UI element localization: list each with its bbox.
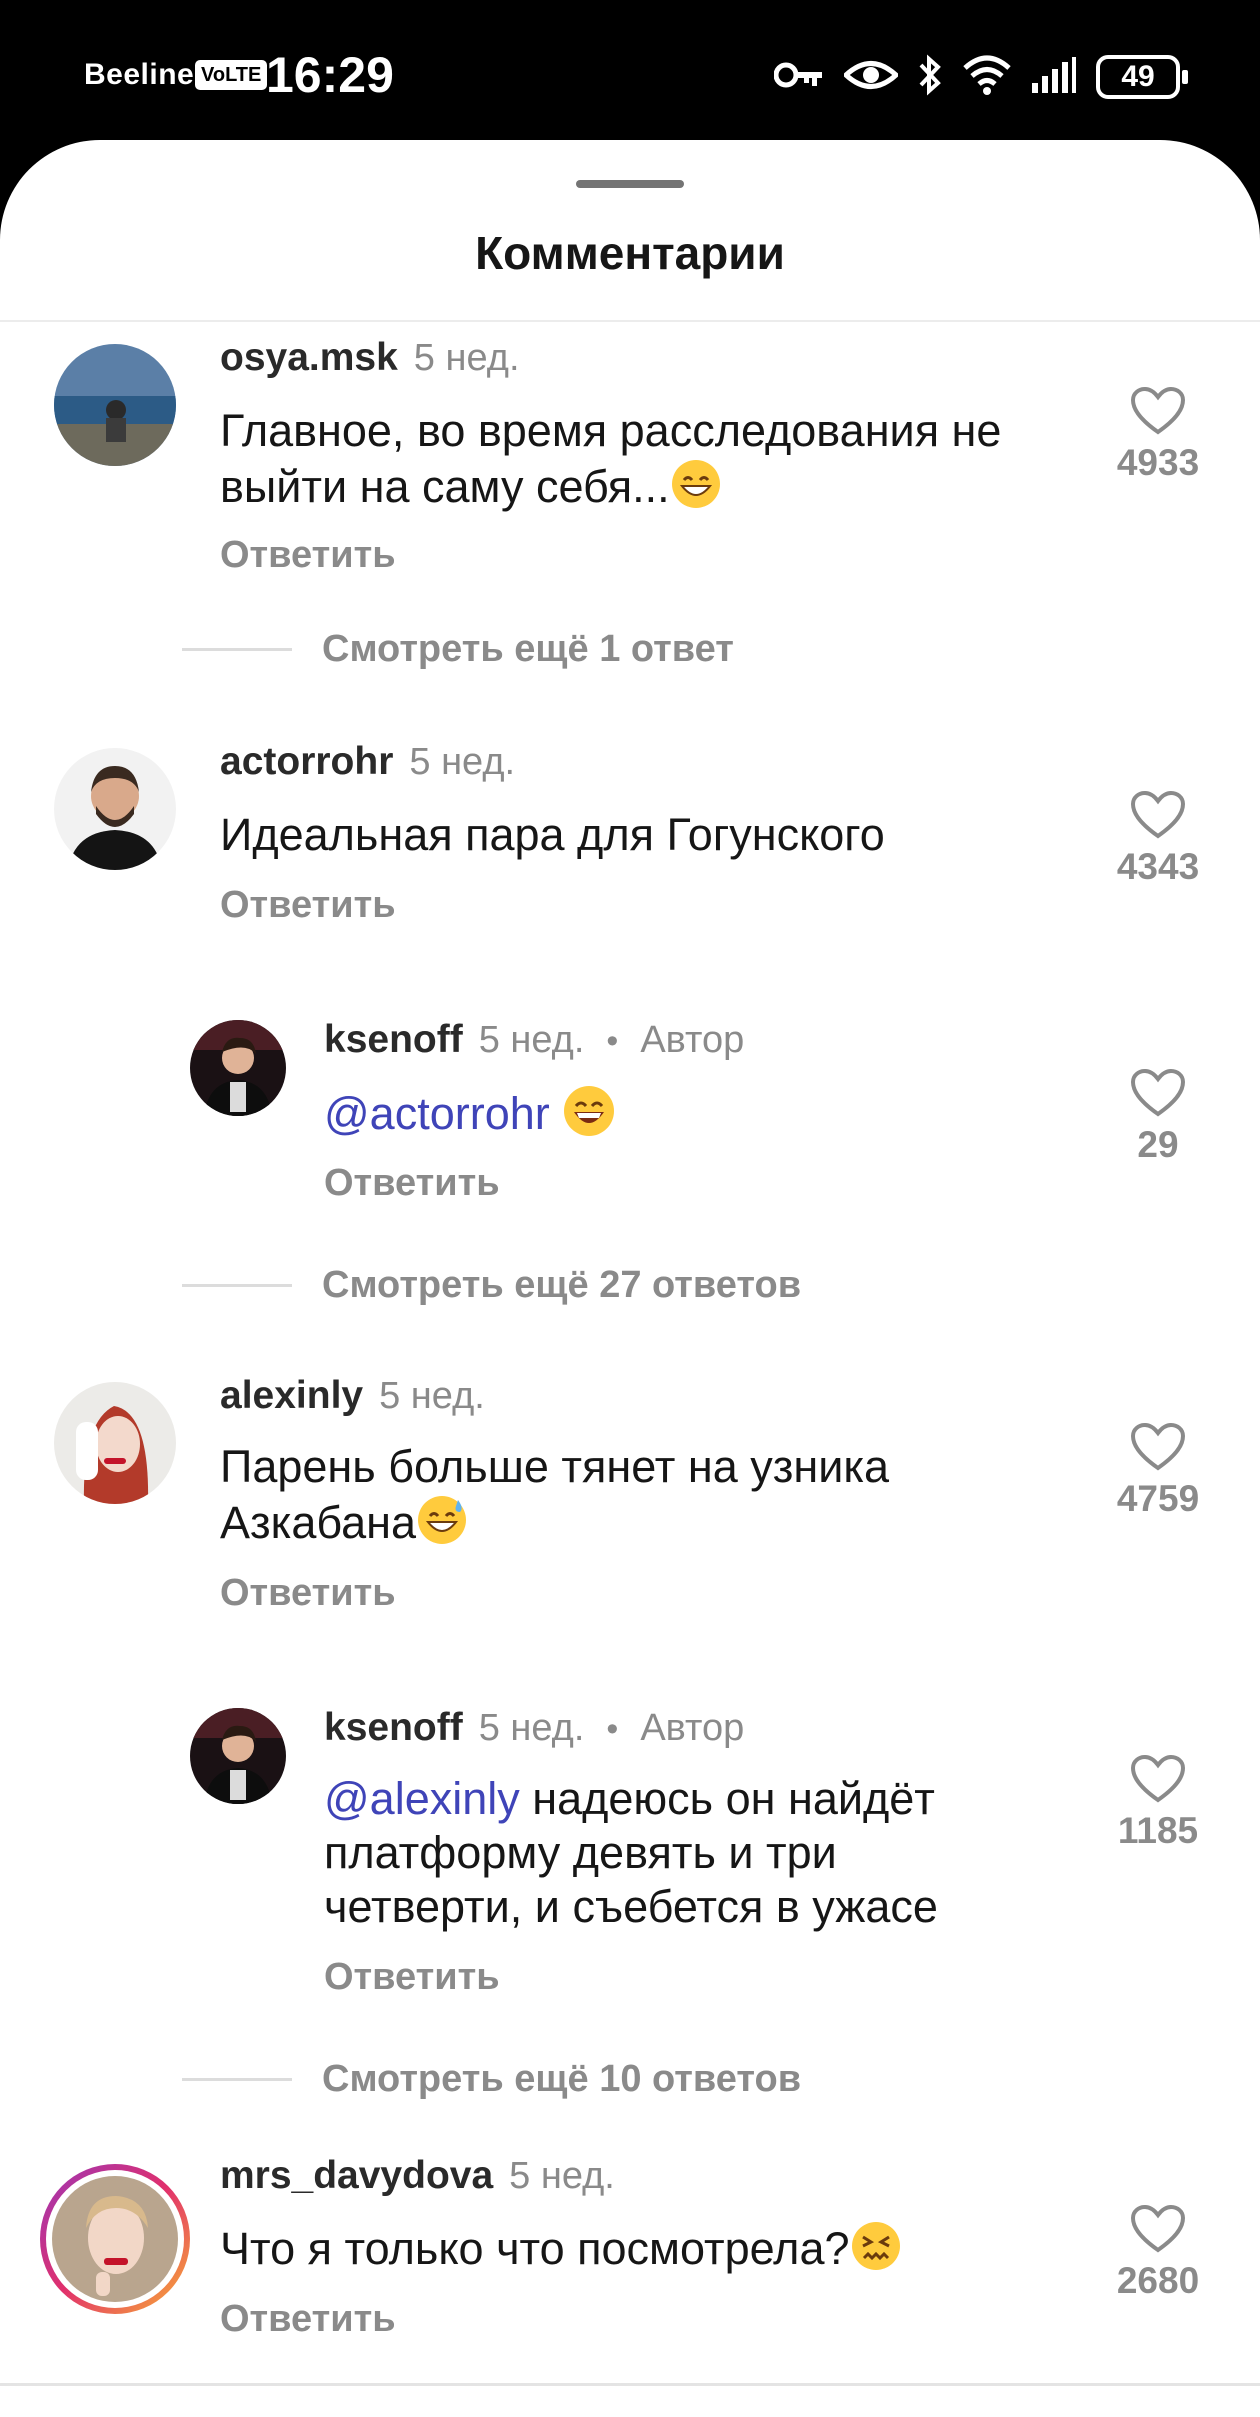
heart-icon <box>1130 2204 1186 2253</box>
comment-text: Что я только что посмотрела? <box>220 2220 902 2284</box>
comment-text: @alexinly надеюсь он найдёт платформу де… <box>324 1772 938 1934</box>
reply-button[interactable]: Ответить <box>220 1572 396 1615</box>
like-button[interactable]: 4933 <box>1100 386 1216 484</box>
comment-text: Главное, во время расследования не выйти… <box>220 404 1001 522</box>
like-button[interactable]: 4343 <box>1100 790 1216 888</box>
eye-icon <box>842 58 900 97</box>
author-badge: Автор <box>640 1019 745 1061</box>
reply-button[interactable]: Ответить <box>220 2298 396 2341</box>
comment-time: 5 нед. <box>409 741 516 783</box>
confounded-emoji-icon <box>850 2220 902 2284</box>
grin-emoji-icon <box>670 458 722 522</box>
bluetooth-icon <box>918 54 942 101</box>
like-count: 4759 <box>1116 1478 1200 1519</box>
comment-time: 5 нед. <box>379 1375 485 1417</box>
avatar-ring-gap <box>46 2170 184 2308</box>
comment-text: Парень больше тянет на узника Азкабана <box>220 1440 889 1558</box>
wifi-icon <box>962 54 1012 101</box>
view-more-replies[interactable]: Смотреть ещё 27 ответов <box>182 1264 801 1307</box>
header-divider <box>0 320 1260 322</box>
username[interactable]: ksenoff <box>324 1018 463 1062</box>
reply-button[interactable]: Ответить <box>324 1162 500 1205</box>
comment-body: Главное, во время расследования не выйти… <box>220 405 1002 512</box>
key-icon <box>773 60 824 95</box>
comment-time: 5 нед. <box>413 337 520 379</box>
drag-handle[interactable] <box>576 180 684 188</box>
username[interactable]: ksenoff <box>324 1706 463 1750</box>
heart-icon <box>1130 1422 1186 1471</box>
heart-icon <box>1130 1068 1186 1117</box>
like-count: 1185 <box>1117 1810 1199 1851</box>
status-icons: 49 <box>773 50 1188 104</box>
like-count: 29 <box>1137 1124 1179 1165</box>
reply-button[interactable]: Ответить <box>220 534 396 577</box>
view-more-replies[interactable]: Смотреть ещё 1 ответ <box>182 628 734 671</box>
separator-dot: • <box>606 1710 619 1748</box>
avatar[interactable] <box>54 748 176 870</box>
heart-icon <box>1130 1754 1186 1803</box>
separator-dot: • <box>606 1022 619 1060</box>
comment-text: Идеальная пара для Гогунского <box>220 809 885 860</box>
signal-icon <box>1032 56 1076 98</box>
status-bar: Beeline VoLTE 16:29 49 <box>0 0 1260 140</box>
comments-sheet: Комментарии osya.msk 5 нед. Главное, во … <box>0 140 1260 2417</box>
comment-body: Парень больше тянет на узника Азкабана <box>220 1441 890 1548</box>
mention-link[interactable]: @alexinly <box>324 1773 520 1824</box>
comment-time: 5 нед. <box>478 1019 585 1061</box>
thread-line <box>182 648 292 651</box>
sheet-title: Комментарии <box>475 227 785 279</box>
avatar[interactable] <box>54 1382 176 1504</box>
battery-level: 49 <box>1121 60 1155 93</box>
view-more-replies[interactable]: Смотреть ещё 10 ответов <box>182 2058 801 2101</box>
bottom-divider <box>0 2383 1260 2386</box>
volte-badge: VoLTE <box>195 60 268 90</box>
mention-link[interactable]: @actorrohr <box>324 1088 550 1139</box>
username[interactable]: osya.msk <box>220 336 398 380</box>
author-badge: Автор <box>640 1707 745 1749</box>
comment-text: @actorrohr <box>324 1084 616 1150</box>
view-more-label: Смотреть ещё 1 ответ <box>322 628 734 670</box>
like-button[interactable]: 29 <box>1100 1068 1216 1166</box>
like-button[interactable]: 1185 <box>1100 1754 1216 1852</box>
comment-time: 5 нед. <box>509 2155 615 2197</box>
username[interactable]: actorrohr <box>220 740 393 784</box>
status-time: 16:29 <box>266 47 394 103</box>
reply-button[interactable]: Ответить <box>324 1956 500 1999</box>
like-count: 2680 <box>1116 2260 1200 2301</box>
avatar <box>52 2176 178 2302</box>
sweat-smile-emoji-icon <box>416 1494 468 1558</box>
reply-button[interactable]: Ответить <box>220 884 396 927</box>
avatar[interactable] <box>54 344 176 466</box>
thread-line <box>182 1284 292 1287</box>
carrier-name: Beeline <box>84 58 195 91</box>
laughing-emoji-icon <box>562 1084 616 1150</box>
like-count: 4933 <box>1116 442 1200 483</box>
avatar[interactable] <box>190 1708 286 1804</box>
heart-icon <box>1130 386 1186 435</box>
battery-icon: 49 <box>1096 55 1188 99</box>
avatar[interactable] <box>190 1020 286 1116</box>
comment-body: Что я только что посмотрела? <box>220 2222 850 2274</box>
comment-time: 5 нед. <box>478 1707 585 1749</box>
avatar-story-ring[interactable] <box>40 2164 190 2314</box>
heart-icon <box>1130 790 1186 839</box>
like-button[interactable]: 2680 <box>1100 2204 1216 2302</box>
view-more-label: Смотреть ещё 27 ответов <box>322 1264 802 1306</box>
username[interactable]: mrs_davydova <box>220 2154 493 2198</box>
like-button[interactable]: 4759 <box>1100 1422 1216 1520</box>
like-count: 4343 <box>1116 846 1200 887</box>
view-more-label: Смотреть ещё 10 ответов <box>322 2058 802 2100</box>
username[interactable]: alexinly <box>220 1374 363 1418</box>
thread-line <box>182 2078 292 2081</box>
